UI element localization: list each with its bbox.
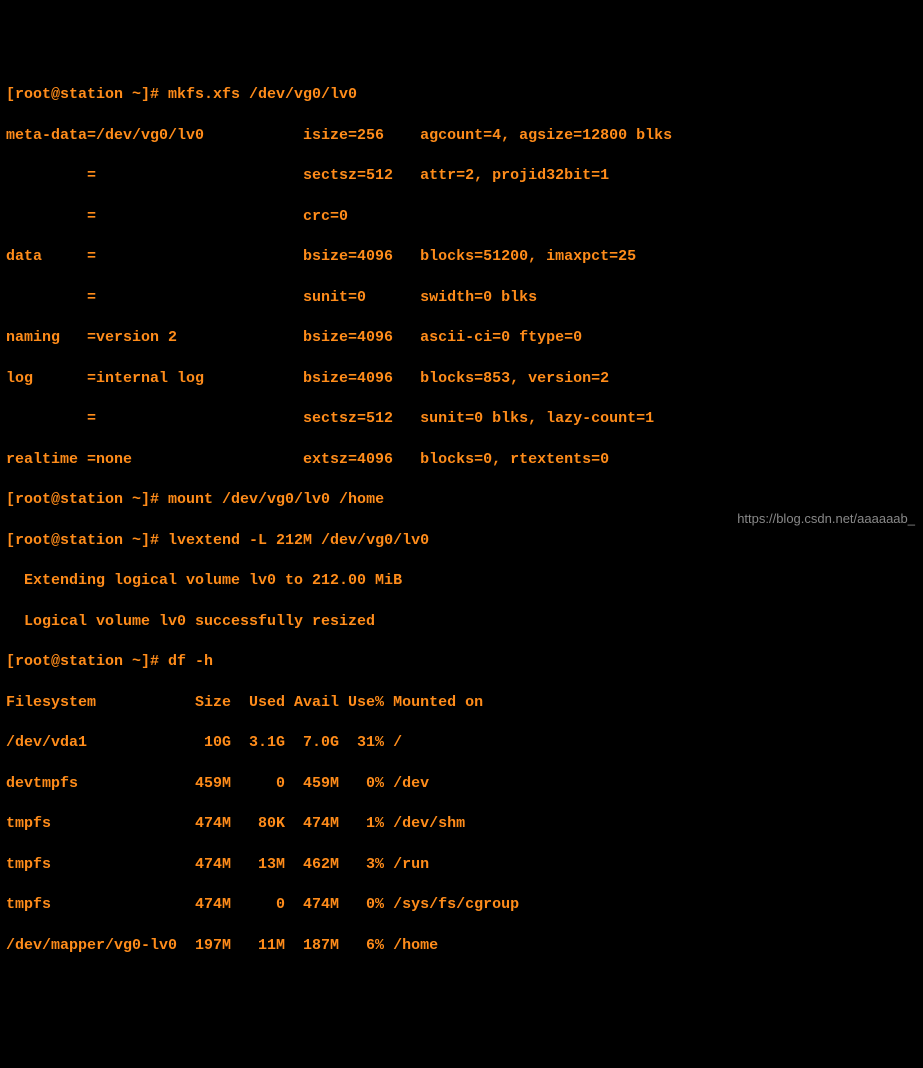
prompt-line-1: [root@station ~]# mkfs.xfs /dev/vg0/lv0: [6, 85, 917, 105]
watermark-text: https://blog.csdn.net/aaaaaab_: [737, 510, 915, 528]
df-row: devtmpfs 459M 0 459M 0% /dev: [6, 774, 917, 794]
shell-prompt: [root@station ~]#: [6, 86, 168, 103]
shell-prompt: [root@station ~]#: [6, 653, 168, 670]
mkfs-output: = sectsz=512 attr=2, projid32bit=1: [6, 166, 917, 186]
mkfs-output: = sunit=0 swidth=0 blks: [6, 288, 917, 308]
shell-prompt: [root@station ~]#: [6, 532, 168, 549]
lvextend-output: Logical volume lv0 successfully resized: [6, 612, 917, 632]
command-mkfs: mkfs.xfs /dev/vg0/lv0: [168, 86, 357, 103]
df-header: Filesystem Size Used Avail Use% Mounted …: [6, 693, 917, 713]
mkfs-output: meta-data=/dev/vg0/lv0 isize=256 agcount…: [6, 126, 917, 146]
mkfs-output: data = bsize=4096 blocks=51200, imaxpct=…: [6, 247, 917, 267]
command-df: df -h: [168, 653, 213, 670]
df-row: /dev/mapper/vg0-lv0 197M 11M 187M 6% /ho…: [6, 936, 917, 956]
df-row: /dev/vda1 10G 3.1G 7.0G 31% /: [6, 733, 917, 753]
mkfs-output: naming =version 2 bsize=4096 ascii-ci=0 …: [6, 328, 917, 348]
prompt-line-2: [root@station ~]# mount /dev/vg0/lv0 /ho…: [6, 490, 917, 510]
shell-prompt: [root@station ~]#: [6, 491, 168, 508]
mkfs-output: realtime =none extsz=4096 blocks=0, rtex…: [6, 450, 917, 470]
df-row: tmpfs 474M 0 474M 0% /sys/fs/cgroup: [6, 895, 917, 915]
mkfs-output: = crc=0: [6, 207, 917, 227]
df-row: tmpfs 474M 80K 474M 1% /dev/shm: [6, 814, 917, 834]
command-lvextend: lvextend -L 212M /dev/vg0/lv0: [168, 532, 429, 549]
command-mount: mount /dev/vg0/lv0 /home: [168, 491, 384, 508]
mkfs-output: = sectsz=512 sunit=0 blks, lazy-count=1: [6, 409, 917, 429]
mkfs-output: log =internal log bsize=4096 blocks=853,…: [6, 369, 917, 389]
lvextend-output: Extending logical volume lv0 to 212.00 M…: [6, 571, 917, 591]
prompt-line-4: [root@station ~]# df -h: [6, 652, 917, 672]
df-row: tmpfs 474M 13M 462M 3% /run: [6, 855, 917, 875]
